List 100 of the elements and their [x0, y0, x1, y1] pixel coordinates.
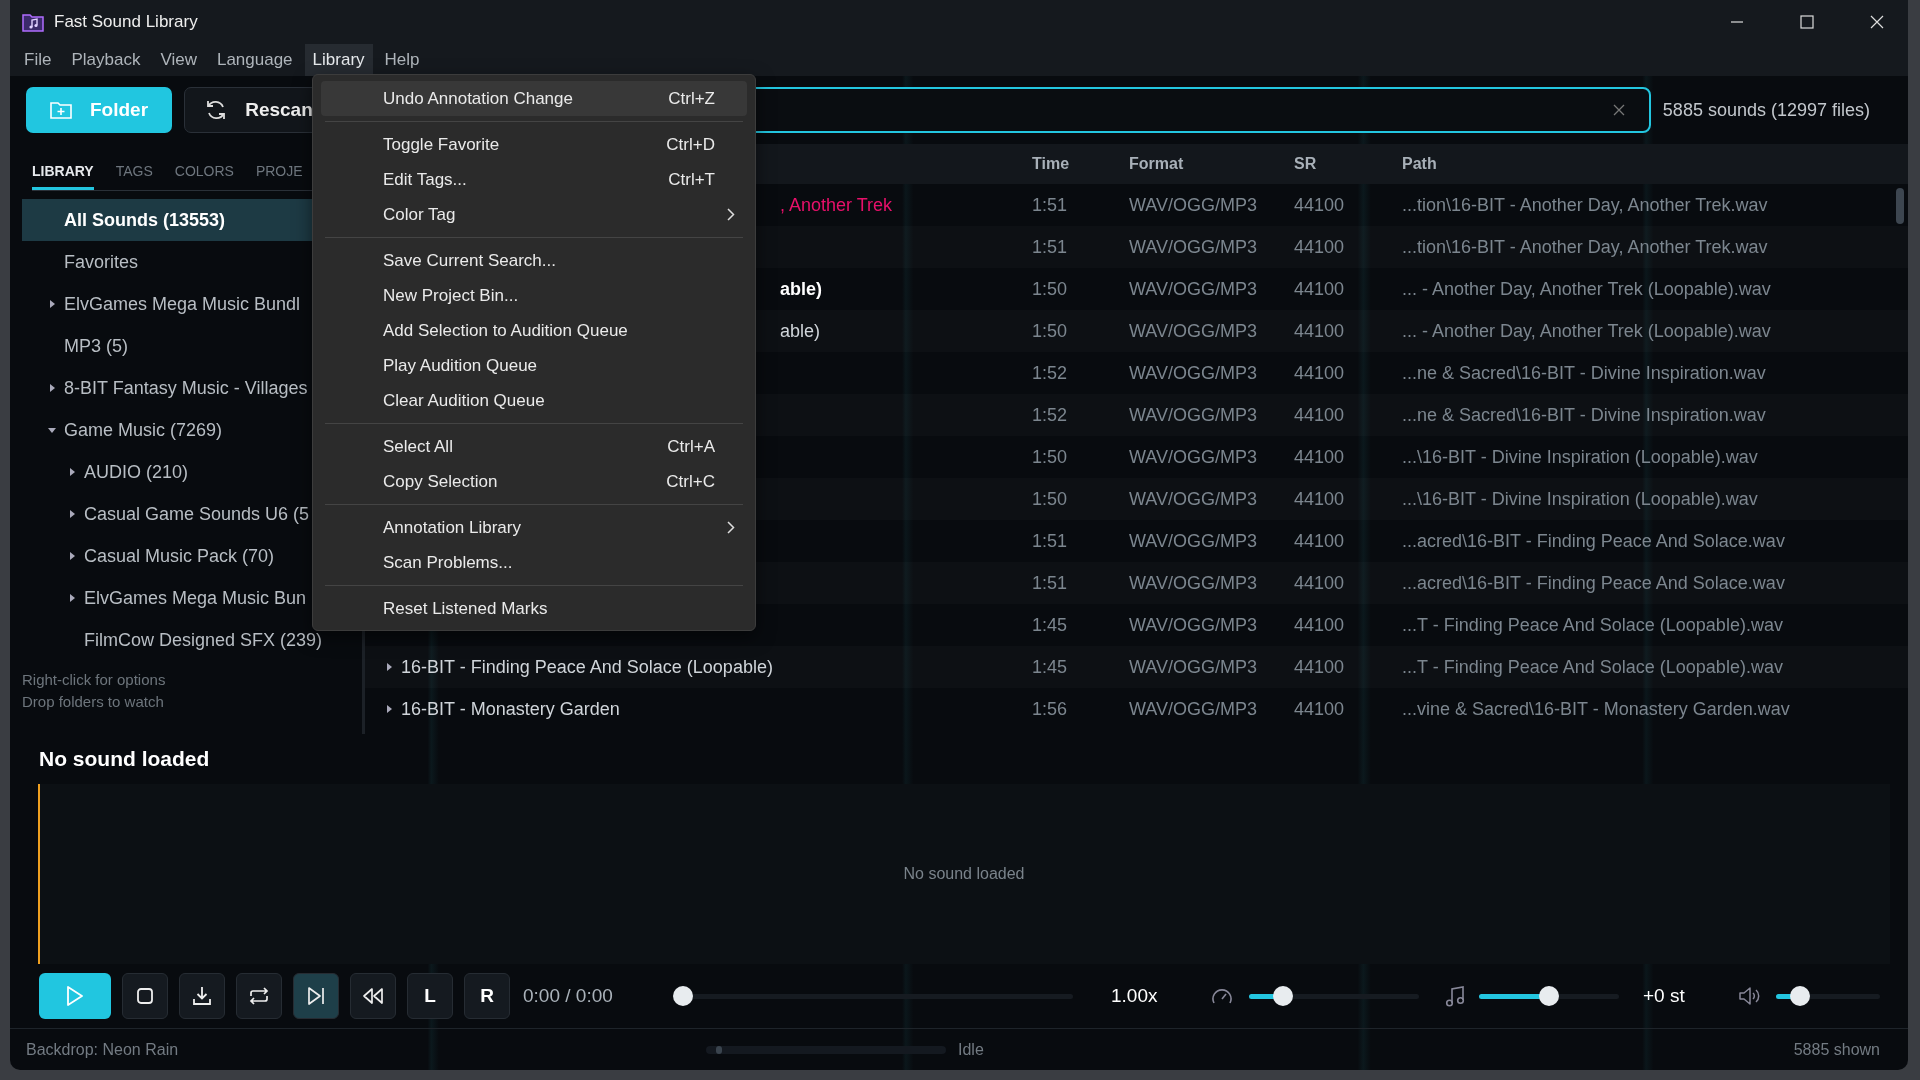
- table-cell-text: 1:52: [1032, 362, 1069, 384]
- play-icon: [66, 986, 84, 1006]
- menu-item[interactable]: View: [152, 44, 205, 76]
- waveform-message: No sound loaded: [903, 865, 1025, 883]
- maximize-icon[interactable]: [1800, 15, 1814, 29]
- table-cell-text: 1:51: [1032, 236, 1069, 258]
- music-note-icon: [1445, 985, 1465, 1007]
- shortcut-text: Ctrl+A: [667, 436, 715, 457]
- expander-icon[interactable]: [68, 552, 76, 560]
- menu-item[interactable]: File: [16, 44, 60, 76]
- table-cell-text: 44100: [1294, 530, 1346, 552]
- sidebar-tab[interactable]: TAGS: [115, 163, 153, 190]
- expander-icon[interactable]: [48, 300, 56, 308]
- slider-thumb[interactable]: [673, 986, 693, 1006]
- waveform-area[interactable]: No sound loaded: [38, 784, 1890, 964]
- table-cell-text: 44100: [1294, 362, 1346, 384]
- table-cell: , Another Trek: [780, 194, 893, 216]
- column-header[interactable]: Path: [1402, 155, 1878, 173]
- table-cell-text: 1:50: [1032, 278, 1069, 300]
- table-cell-text: ... - Another Day, Another Trek (Loopable).wav: [1402, 320, 1772, 342]
- menu-item[interactable]: Save Current Search...: [321, 243, 747, 278]
- table-cell-text: ...acred\16-BIT - Finding Peace And Solace.wav: [1402, 530, 1786, 552]
- sound-count: 5885 sounds (12997 files): [1662, 99, 1871, 121]
- table-cell-text: 1:52: [1032, 404, 1069, 426]
- table-cell-text: 1:45: [1032, 656, 1069, 678]
- expander-icon[interactable]: [48, 426, 56, 434]
- menu-item[interactable]: Language: [208, 44, 301, 76]
- table-cell-text: ...acred\16-BIT - Finding Peace And Solace.wav: [1402, 572, 1786, 594]
- close-icon[interactable]: [1870, 15, 1884, 29]
- table-cell-text: 44100: [1294, 404, 1346, 426]
- expander-icon[interactable]: [385, 705, 393, 713]
- window-title: Fast Sound Library: [54, 12, 198, 32]
- expander-icon[interactable]: [68, 594, 76, 602]
- expander-icon[interactable]: [68, 468, 76, 476]
- time-readout: 0:00 / 0:00: [523, 985, 614, 1007]
- table-cell-text: 1:56: [1032, 698, 1069, 720]
- menu-item[interactable]: Undo Annotation Change Ctrl+Z: [321, 81, 747, 116]
- rewind-button[interactable]: [350, 973, 396, 1019]
- table-cell-text: WAV/OGG/MP3: [1129, 278, 1258, 300]
- table-cell-text: 1:51: [1032, 530, 1069, 552]
- clear-icon[interactable]: [1612, 104, 1625, 116]
- table-cell-text: WAV/OGG/MP3: [1129, 236, 1258, 258]
- status-text: Idle: [958, 1040, 984, 1059]
- table-cell-text: WAV/OGG/MP3: [1129, 362, 1258, 384]
- menu-item[interactable]: Help: [376, 44, 428, 76]
- music-folder-icon: [22, 12, 44, 32]
- table-cell-text: 44100: [1294, 320, 1346, 342]
- column-header[interactable]: Format: [1129, 155, 1294, 173]
- expander-icon[interactable]: [48, 384, 56, 392]
- sidebar-tab[interactable]: LIBRARY: [32, 163, 94, 190]
- shortcut-text: Ctrl+Z: [668, 88, 715, 109]
- table-cell-text: WAV/OGG/MP3: [1129, 404, 1258, 426]
- table-cell-text: 1:50: [1032, 446, 1069, 468]
- pitch-readout: +0 st: [1643, 985, 1686, 1007]
- table-cell-text: WAV/OGG/MP3: [1129, 446, 1258, 468]
- table-cell-text: 1:51: [1032, 572, 1069, 594]
- loop-button[interactable]: [236, 973, 282, 1019]
- gauge-icon: [1211, 987, 1233, 1005]
- table-cell-text: ...\16-BIT - Divine Inspiration (Loopable).wav: [1402, 488, 1759, 510]
- sidebar-tab[interactable]: PROJE: [255, 163, 303, 190]
- table-cell-text: WAV/OGG/MP3: [1129, 320, 1258, 342]
- table-cell-text: 44100: [1294, 488, 1346, 510]
- table-cell-text: 44100: [1294, 698, 1346, 720]
- table-cell-text: 44100: [1294, 614, 1346, 636]
- next-button[interactable]: [293, 973, 339, 1019]
- column-header[interactable]: SR: [1294, 155, 1402, 173]
- slider-thumb[interactable]: [1789, 986, 1810, 1006]
- table-cell-text: WAV/OGG/MP3: [1129, 614, 1258, 636]
- loop-icon: [248, 986, 270, 1006]
- export-button[interactable]: [179, 973, 225, 1019]
- menu-item[interactable]: Playback: [63, 44, 149, 76]
- download-icon: [192, 986, 212, 1006]
- stop-icon: [136, 987, 154, 1005]
- channel-button[interactable]: L: [407, 973, 453, 1019]
- expander-icon[interactable]: [68, 510, 76, 518]
- shown-count: 5885 shown: [1793, 1040, 1880, 1059]
- table-cell: able): [780, 320, 821, 342]
- menu-item[interactable]: Edit Tags... Ctrl+T: [321, 162, 747, 197]
- rewind-icon: [362, 987, 384, 1005]
- menu-item[interactable]: Library: [304, 44, 373, 76]
- table-cell-text: ...vine & Sacred\16-BIT - Monastery Garden.wav: [1402, 698, 1791, 720]
- sidebar-tab[interactable]: COLORS: [174, 163, 234, 190]
- shortcut-text: Ctrl+T: [668, 169, 715, 190]
- table-cell-text: WAV/OGG/MP3: [1129, 572, 1258, 594]
- table-cell-text: 44100: [1294, 572, 1346, 594]
- speaker-icon[interactable]: [1738, 986, 1762, 1006]
- column-header[interactable]: Time: [1032, 155, 1129, 173]
- table-cell-text: ...tion\16-BIT - Another Day, Another Trek.wav: [1402, 194, 1769, 216]
- channel-button[interactable]: R: [464, 973, 510, 1019]
- expander-icon[interactable]: [385, 663, 393, 671]
- hint-text: Right-click for options: [22, 670, 167, 690]
- table-cell-text: 44100: [1294, 656, 1346, 678]
- refresh-icon: [205, 99, 228, 121]
- stop-button[interactable]: [122, 973, 168, 1019]
- table-cell-text: ... - Another Day, Another Trek (Loopable).wav: [1402, 278, 1772, 300]
- slider-thumb[interactable]: [1273, 986, 1293, 1006]
- table-cell-text: 44100: [1294, 446, 1346, 468]
- scrollbar-thumb[interactable]: [1896, 188, 1904, 224]
- slider-thumb[interactable]: [1539, 986, 1559, 1006]
- table-cell-text: WAV/OGG/MP3: [1129, 530, 1258, 552]
